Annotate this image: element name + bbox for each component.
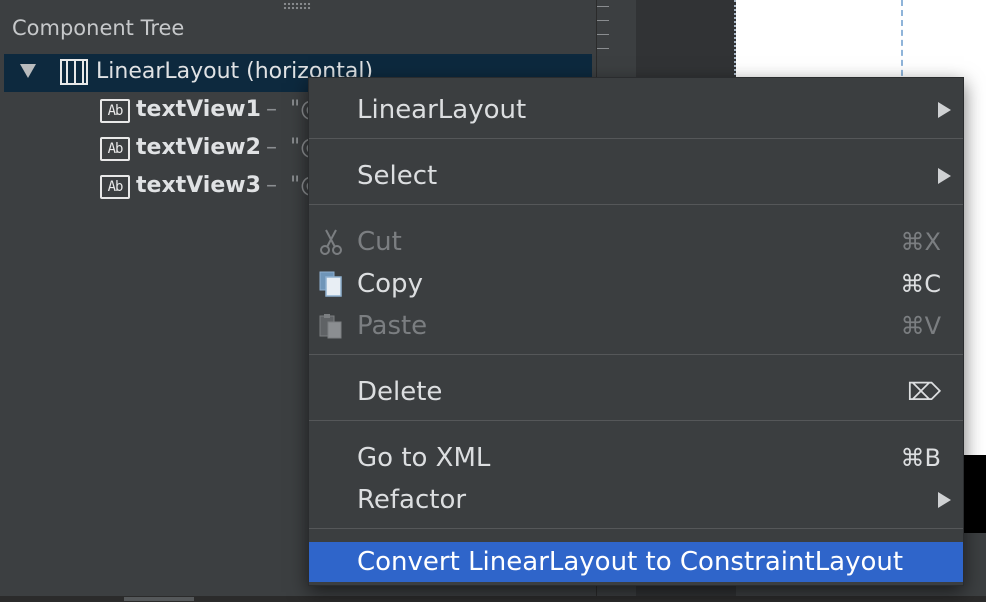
submenu-arrow-icon xyxy=(938,102,951,118)
menu-item-linearlayout[interactable]: LinearLayout xyxy=(309,90,963,130)
menu-item-label: Refactor xyxy=(357,485,467,515)
ruler-tick xyxy=(597,34,609,35)
menu-item-label: Select xyxy=(357,161,438,191)
scrollbar-thumb[interactable] xyxy=(124,597,194,601)
tree-row-name: textView2 xyxy=(136,135,261,160)
tree-row-name: textView1 xyxy=(136,97,261,122)
submenu-arrow-icon xyxy=(938,492,951,508)
menu-separator xyxy=(309,420,963,421)
menu-item-shortcut: ⌦ xyxy=(907,378,941,406)
menu-item-label: Copy xyxy=(357,269,423,299)
paste-icon xyxy=(319,314,342,339)
menu-item-copy[interactable]: Copy ⌘C xyxy=(309,264,963,304)
menu-separator xyxy=(309,528,963,529)
submenu-arrow-icon xyxy=(938,168,951,184)
menu-item-cut[interactable]: Cut ⌘X xyxy=(309,222,963,262)
expand-arrow-icon[interactable] xyxy=(20,64,36,78)
menu-item-go-to-xml[interactable]: Go to XML ⌘B xyxy=(309,438,963,478)
menu-item-shortcut: ⌘B xyxy=(900,444,941,472)
menu-item-select[interactable]: Select xyxy=(309,156,963,196)
context-menu: LinearLayout Select Cut ⌘X Copy ⌘C Paste… xyxy=(308,77,964,586)
menu-separator xyxy=(309,354,963,355)
tree-row-separator: – xyxy=(266,173,277,198)
menu-item-paste[interactable]: Paste ⌘V xyxy=(309,306,963,346)
menu-item-shortcut: ⌘X xyxy=(900,228,941,256)
tree-row-name: textView3 xyxy=(136,173,261,198)
text-view-icon: Ab xyxy=(100,175,130,199)
tree-row-separator: – xyxy=(266,135,277,160)
menu-item-label: Delete xyxy=(357,377,443,407)
menu-item-delete[interactable]: Delete ⌦ xyxy=(309,372,963,412)
text-view-icon: Ab xyxy=(100,137,130,161)
linear-layout-icon xyxy=(60,59,88,85)
menu-separator xyxy=(309,138,963,139)
panel-resize-grip[interactable] xyxy=(283,2,311,10)
menu-item-refactor[interactable]: Refactor xyxy=(309,480,963,520)
panel-title: Component Tree xyxy=(12,16,185,40)
menu-item-label: Paste xyxy=(357,311,428,341)
menu-item-label: Cut xyxy=(357,227,402,257)
menu-item-label: Go to XML xyxy=(357,443,491,473)
menu-item-label: Convert LinearLayout to ConstraintLayout xyxy=(357,547,904,577)
text-view-icon: Ab xyxy=(100,99,130,123)
ruler-tick xyxy=(597,6,609,7)
tree-row-separator: – xyxy=(266,97,277,122)
ruler-tick xyxy=(597,20,609,21)
ruler-tick xyxy=(597,48,609,49)
scissors-icon xyxy=(320,229,342,255)
menu-item-label: LinearLayout xyxy=(357,95,527,125)
menu-item-shortcut: ⌘C xyxy=(900,270,941,298)
menu-separator xyxy=(309,204,963,205)
device-frame-edge xyxy=(962,455,986,533)
copy-icon xyxy=(319,271,342,297)
menu-item-shortcut: ⌘V xyxy=(900,312,941,340)
menu-item-convert-to-constraintlayout[interactable]: Convert LinearLayout to ConstraintLayout xyxy=(309,542,963,582)
